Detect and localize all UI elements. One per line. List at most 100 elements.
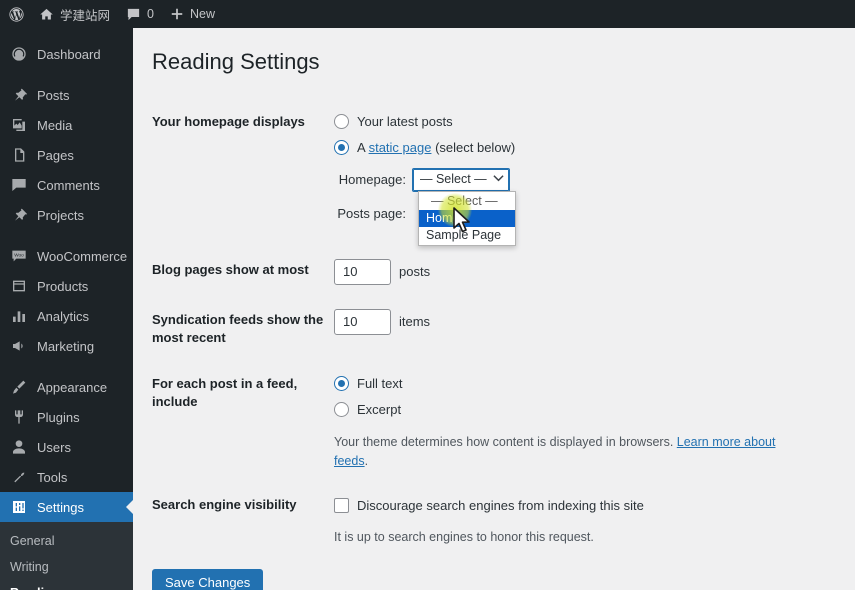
menu-separator bbox=[0, 361, 133, 372]
discourage-search-checkbox[interactable] bbox=[334, 498, 349, 513]
menu-separator bbox=[0, 230, 133, 241]
submenu-item-writing[interactable]: Writing bbox=[0, 554, 133, 580]
sidebar-item-label: Posts bbox=[37, 88, 70, 102]
search-visibility-label: Search engine visibility bbox=[152, 482, 334, 559]
blog-pages-input[interactable]: 10 bbox=[334, 259, 391, 285]
wrench-icon bbox=[10, 468, 28, 486]
plus-icon bbox=[170, 7, 184, 21]
sidebar-item-label: Comments bbox=[37, 178, 100, 192]
form-row-feed-include: For each post in a feed, include Full te… bbox=[152, 361, 812, 483]
user-icon bbox=[10, 438, 28, 456]
feed-desc-suffix: . bbox=[365, 454, 368, 468]
sidebar-item-marketing[interactable]: Marketing bbox=[0, 331, 133, 361]
syndication-row: 10 items bbox=[334, 309, 802, 335]
sidebar-item-label: Settings bbox=[37, 500, 84, 514]
sidebar-item-media[interactable]: Media bbox=[0, 110, 133, 140]
wordpress-logo-menu[interactable] bbox=[0, 0, 31, 28]
dropdown-option-home[interactable]: Home bbox=[419, 210, 515, 227]
blog-pages-field: 10 posts bbox=[334, 247, 812, 297]
sidebar-item-label: Analytics bbox=[37, 309, 89, 323]
homepage-select-row: Homepage: — Select — bbox=[334, 167, 802, 193]
sidebar-item-users[interactable]: Users bbox=[0, 432, 133, 462]
feed-include-label: For each post in a feed, include bbox=[152, 361, 334, 483]
sidebar-item-plugins[interactable]: Plugins bbox=[0, 402, 133, 432]
menu-spacer bbox=[0, 28, 133, 39]
sidebar-item-woocommerce[interactable]: Woo WooCommerce bbox=[0, 241, 133, 271]
svg-text:Woo: Woo bbox=[14, 253, 24, 258]
settings-sliders-icon bbox=[10, 498, 28, 516]
pages-icon bbox=[10, 146, 28, 164]
comments-count: 0 bbox=[147, 7, 154, 21]
homepage-select-dropdown[interactable]: — Select — Home Sample Page bbox=[418, 191, 516, 246]
radio-latest-posts-label: Your latest posts bbox=[357, 112, 453, 132]
radio-static-page-label: A static page (select below) bbox=[357, 138, 515, 158]
sidebar-item-tools[interactable]: Tools bbox=[0, 462, 133, 492]
homepage-select-value: — Select — bbox=[420, 170, 487, 189]
comments-bubble[interactable]: 0 bbox=[118, 0, 162, 28]
syndication-input[interactable]: 10 bbox=[334, 309, 391, 335]
sidebar-item-projects[interactable]: Projects bbox=[0, 200, 133, 230]
sidebar-item-analytics[interactable]: Analytics bbox=[0, 301, 133, 331]
homepage-displays-field: Your latest posts A static page (select … bbox=[334, 99, 812, 247]
radio-excerpt-input[interactable] bbox=[334, 402, 349, 417]
homepage-select[interactable]: — Select — bbox=[412, 168, 510, 192]
sidebar-item-label: Tools bbox=[37, 470, 67, 484]
wordpress-logo-icon bbox=[8, 6, 25, 23]
menu-separator bbox=[0, 69, 133, 80]
submit-area: Save Changes bbox=[152, 569, 855, 590]
sidebar-item-label: Dashboard bbox=[37, 47, 101, 61]
media-icon bbox=[10, 116, 28, 134]
form-row-syndication: Syndication feeds show the most recent 1… bbox=[152, 297, 812, 361]
radio-excerpt[interactable]: Excerpt bbox=[334, 399, 802, 421]
sidebar-item-label: WooCommerce bbox=[37, 249, 127, 263]
form-row-search-visibility: Search engine visibility Discourage sear… bbox=[152, 482, 812, 559]
sidebar-item-dashboard[interactable]: Dashboard bbox=[0, 39, 133, 69]
radio-full-text-label: Full text bbox=[357, 374, 403, 394]
sidebar-item-label: Plugins bbox=[37, 410, 80, 424]
radio-static-page[interactable]: A static page (select below) bbox=[334, 137, 802, 159]
submenu-item-reading[interactable]: Reading bbox=[0, 580, 133, 590]
discourage-search-row[interactable]: Discourage search engines from indexing … bbox=[334, 494, 802, 516]
search-visibility-field: Discourage search engines from indexing … bbox=[334, 482, 812, 559]
sidebar-item-label: Appearance bbox=[37, 380, 107, 394]
woocommerce-icon: Woo bbox=[10, 247, 28, 265]
static-page-selectors: Homepage: — Select — Posts page: — Selec… bbox=[334, 167, 802, 227]
submenu-item-general[interactable]: General bbox=[0, 528, 133, 554]
search-visibility-description: It is up to search engines to honor this… bbox=[334, 528, 802, 547]
feed-include-field: Full text Excerpt Your theme determines … bbox=[334, 361, 812, 483]
homepage-select-label: Homepage: bbox=[334, 170, 412, 190]
analytics-bars-icon bbox=[10, 307, 28, 325]
radio-full-text[interactable]: Full text bbox=[334, 373, 802, 395]
sidebar-item-settings[interactable]: Settings bbox=[0, 492, 133, 522]
save-changes-button[interactable]: Save Changes bbox=[152, 569, 263, 590]
admin-sidebar-menu: Dashboard Posts Media Pages Comments Pro… bbox=[0, 28, 133, 590]
dropdown-option-sample-page[interactable]: Sample Page bbox=[419, 227, 515, 244]
blog-pages-unit: posts bbox=[399, 262, 430, 282]
sidebar-item-pages[interactable]: Pages bbox=[0, 140, 133, 170]
sidebar-item-label: Users bbox=[37, 440, 71, 454]
comment-bubble-icon bbox=[126, 7, 141, 22]
site-name-menu[interactable]: 学建站网 bbox=[31, 0, 118, 28]
admin-bar: 学建站网 0 New bbox=[0, 0, 855, 28]
radio-full-text-input[interactable] bbox=[334, 376, 349, 391]
form-row-homepage-displays: Your homepage displays Your latest posts… bbox=[152, 99, 812, 247]
radio-static-page-input[interactable] bbox=[334, 140, 349, 155]
sidebar-item-appearance[interactable]: Appearance bbox=[0, 372, 133, 402]
reading-settings-form: Your homepage displays Your latest posts… bbox=[152, 99, 812, 560]
main-content-area: Reading Settings Your homepage displays … bbox=[133, 28, 855, 590]
syndication-unit: items bbox=[399, 312, 430, 332]
static-page-link[interactable]: static page bbox=[369, 140, 432, 155]
site-name-label: 学建站网 bbox=[60, 5, 110, 24]
radio-latest-posts[interactable]: Your latest posts bbox=[334, 111, 802, 133]
sidebar-item-posts[interactable]: Posts bbox=[0, 80, 133, 110]
posts-page-select-label: Posts page: bbox=[334, 204, 412, 224]
sidebar-item-comments[interactable]: Comments bbox=[0, 170, 133, 200]
radio-latest-posts-input[interactable] bbox=[334, 114, 349, 129]
dropdown-option-select[interactable]: — Select — bbox=[419, 193, 515, 210]
static-page-suffix: (select below) bbox=[431, 140, 515, 155]
new-content-menu[interactable]: New bbox=[162, 0, 223, 28]
settings-submenu: General Writing Reading Discussion bbox=[0, 522, 133, 590]
sidebar-item-products[interactable]: Products bbox=[0, 271, 133, 301]
static-page-prefix: A bbox=[357, 140, 369, 155]
sidebar-item-label: Projects bbox=[37, 208, 84, 222]
